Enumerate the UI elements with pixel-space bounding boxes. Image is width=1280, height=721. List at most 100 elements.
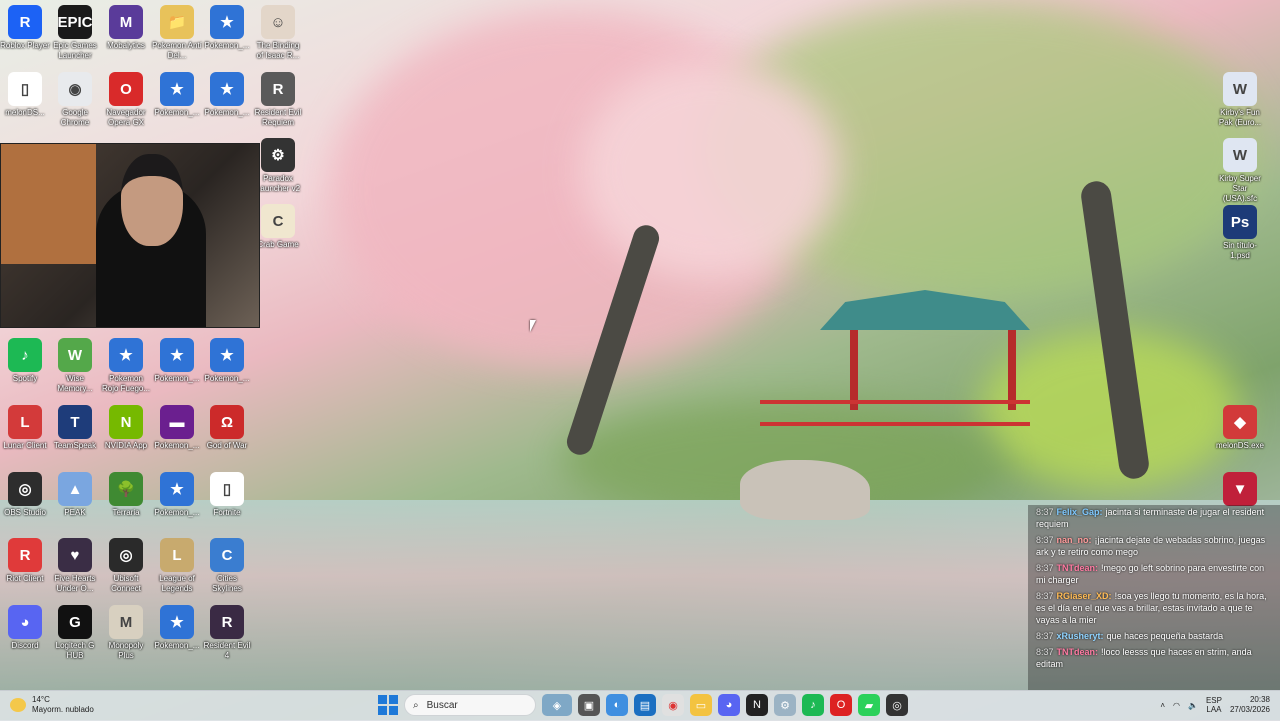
icon-label: TeamSpeak — [53, 441, 97, 450]
volume-icon[interactable]: 🔈 — [1188, 701, 1198, 710]
desktop-icon-30[interactable]: ♥ Five Hearts Under O... — [50, 538, 100, 594]
notion-icon[interactable]: N — [746, 694, 768, 716]
desktop-right-icon-0[interactable]: W Kirby's Fun Pak (Euro... — [1215, 72, 1265, 128]
desktop-icon-16[interactable]: ★ Pokemon Rojo Fuego... — [101, 338, 151, 394]
search-icon: ⌕ — [413, 699, 419, 711]
desktop-icon-2[interactable]: M Mobalytics — [101, 5, 151, 51]
chat-text: que haces pequeña bastarda — [1106, 631, 1224, 641]
desktop-icon-6[interactable]: ▯ melonDS... — [0, 72, 50, 118]
icon-label: Ubisoft Connect — [111, 574, 141, 593]
desktop-icon-1[interactable]: EPIC Epic Games Launcher — [50, 5, 100, 61]
icon-label: Discord — [11, 641, 39, 650]
icon-label: Riot Client — [6, 574, 44, 583]
icon-label: Cities Skylines — [212, 574, 242, 593]
desktop-icon-22[interactable]: ▬ Pokemon_... — [152, 405, 202, 451]
desktop-icon-8[interactable]: O Navegador Opera GX — [101, 72, 151, 128]
desktop-icon-18[interactable]: ★ Pokemon_... — [202, 338, 252, 384]
desktop-icon-29[interactable]: R Riot Client — [0, 538, 50, 584]
app-icon: ★ — [160, 338, 194, 372]
language-indicator[interactable]: ESP LAA — [1206, 696, 1222, 714]
desktop-icon-36[interactable]: M Monopoly Plus — [101, 605, 151, 661]
app-icon: ★ — [160, 605, 194, 639]
desktop-icon-25[interactable]: ▲ PEAK — [50, 472, 100, 518]
desktop-icon-24[interactable]: ◎ OBS Studio — [0, 472, 50, 518]
icon-label: Fortnite — [213, 508, 241, 517]
store-icon[interactable]: ▤ — [634, 694, 656, 716]
desktop-icon-3[interactable]: 📁 Pokemon Antí Del... — [152, 5, 202, 61]
desktop-icon-20[interactable]: T TeamSpeak — [50, 405, 100, 451]
clock[interactable]: 20:38 27/03/2026 — [1230, 695, 1270, 715]
spotify-icon[interactable]: ♪ — [802, 694, 824, 716]
app-icon: ★ — [210, 338, 244, 372]
widgets-icon[interactable]: ◈ — [542, 694, 572, 716]
icon-label: Pokemon Rojo Fuego... — [101, 374, 151, 393]
icon-label: Navegador Opera GX — [106, 108, 146, 127]
desktop-icon-26[interactable]: 🌳 Terraria — [101, 472, 151, 518]
chat-username: TNTdean: — [1056, 647, 1099, 657]
chat-username: RGiaser_XD: — [1056, 591, 1112, 601]
chat-message: 8:37 Felix_Gap: jacinta si terminaste de j… — [1028, 505, 1280, 533]
desktop-icon-5[interactable]: ☺ The Binding of Isaac R... — [253, 5, 303, 61]
chevron-up-icon[interactable]: ˄ — [1160, 701, 1165, 710]
app-icon: ◕ — [8, 605, 42, 639]
desktop-icon-19[interactable]: L Lunar Client — [0, 405, 50, 451]
desktop-icon-21[interactable]: N NVIDIA App — [101, 405, 151, 451]
app-icon: T — [58, 405, 92, 439]
app-icon: ◆ — [1223, 405, 1257, 439]
icon-label: Resident Evil Requiem — [254, 108, 302, 127]
wifi-icon[interactable]: ◠ — [1173, 701, 1180, 710]
app-icon: W — [1223, 72, 1257, 106]
desktop-icon-28[interactable]: ▯ Fortnite — [202, 472, 252, 518]
desktop-icon-35[interactable]: G Logitech G HUB — [50, 605, 100, 661]
app-icon: O — [109, 72, 143, 106]
app-icon: ▲ — [58, 472, 92, 506]
opera-gx-icon[interactable]: O — [830, 694, 852, 716]
system-tray: ˄ ◠ 🔈 ESP LAA 20:38 27/03/2026 — [1160, 695, 1270, 715]
start-button[interactable] — [378, 695, 398, 715]
desktop-icon-7[interactable]: ◉ Google Chrome — [50, 72, 100, 128]
desktop-icon-11[interactable]: R Resident Evil Requiem — [253, 72, 303, 128]
icon-label: Terraria — [112, 508, 140, 517]
desktop-icon-0[interactable]: R Roblox Player — [0, 5, 50, 51]
icon-label: melonDS... — [5, 108, 45, 117]
mouse-cursor — [530, 320, 536, 332]
desktop-right-icon-2[interactable]: Ps Sin título-1.psd — [1215, 205, 1265, 261]
desktop-right-icon-1[interactable]: W Kirby Super Star (USA).sfc — [1215, 138, 1265, 204]
desktop-icon-15[interactable]: W Wise Memory... — [50, 338, 100, 394]
desktop-icon-31[interactable]: ◎ Ubisoft Connect — [101, 538, 151, 594]
desktop-icon-13[interactable]: C Crab Game — [253, 204, 303, 250]
file-explorer-icon[interactable]: ▭ — [690, 694, 712, 716]
desktop-icon-9[interactable]: ★ Pokemon_... — [152, 72, 202, 118]
copilot-icon[interactable]: ◐ — [606, 694, 628, 716]
desktop-icon-33[interactable]: C Cities Skylines — [202, 538, 252, 594]
desktop-icon-10[interactable]: ★ Pokemon_... — [202, 72, 252, 118]
desktop-icon-12[interactable]: ⚙ Paradox Launcher v2 — [253, 138, 303, 194]
desktop-icon-38[interactable]: R Resident Evil 4 — [202, 605, 252, 661]
chat-message: 8:37 nan_no: ¡jacinta dejate de webadas so… — [1028, 533, 1280, 561]
icon-label: Pokemon_... — [154, 108, 200, 117]
icon-label: Logitech G HUB — [55, 641, 95, 660]
chrome-icon[interactable]: ◉ — [662, 694, 684, 716]
webcam-overlay — [0, 143, 260, 328]
obs-icon[interactable]: ◎ — [886, 694, 908, 716]
desktop-right-icon-4[interactable]: ▼ — [1215, 472, 1265, 508]
weather-icon — [10, 698, 26, 712]
steam-icon[interactable]: ⚙ — [774, 694, 796, 716]
desktop-icon-14[interactable]: ♪ Spotify — [0, 338, 50, 384]
weather-widget[interactable]: 14°C Mayorm. nublado — [10, 695, 94, 715]
app-icon: ★ — [160, 72, 194, 106]
desktop-icon-32[interactable]: L League of Legends — [152, 538, 202, 594]
desktop-right-icon-3[interactable]: ◆ melonDS.exe — [1215, 405, 1265, 451]
app-icon: 📁 — [160, 5, 194, 39]
taskbar-search[interactable]: ⌕ Buscar — [404, 694, 536, 716]
desktop-icon-34[interactable]: ◕ Discord — [0, 605, 50, 651]
desktop-icon-37[interactable]: ★ Pokemon_... — [152, 605, 202, 651]
desktop-icon-17[interactable]: ★ Pokemon_... — [152, 338, 202, 384]
task-view-icon[interactable]: ▣ — [578, 694, 600, 716]
desktop-icon-23[interactable]: Ω God of War — [202, 405, 252, 451]
desktop-icon-27[interactable]: ★ Pokemon_... — [152, 472, 202, 518]
desktop-icon-4[interactable]: ★ Pokemon_... — [202, 5, 252, 51]
discord-icon[interactable]: ◕ — [718, 694, 740, 716]
stream-chat-overlay: 8:37 Felix_Gap: jacinta si terminaste de j… — [1028, 505, 1280, 690]
green-app-icon[interactable]: ▰ — [858, 694, 880, 716]
